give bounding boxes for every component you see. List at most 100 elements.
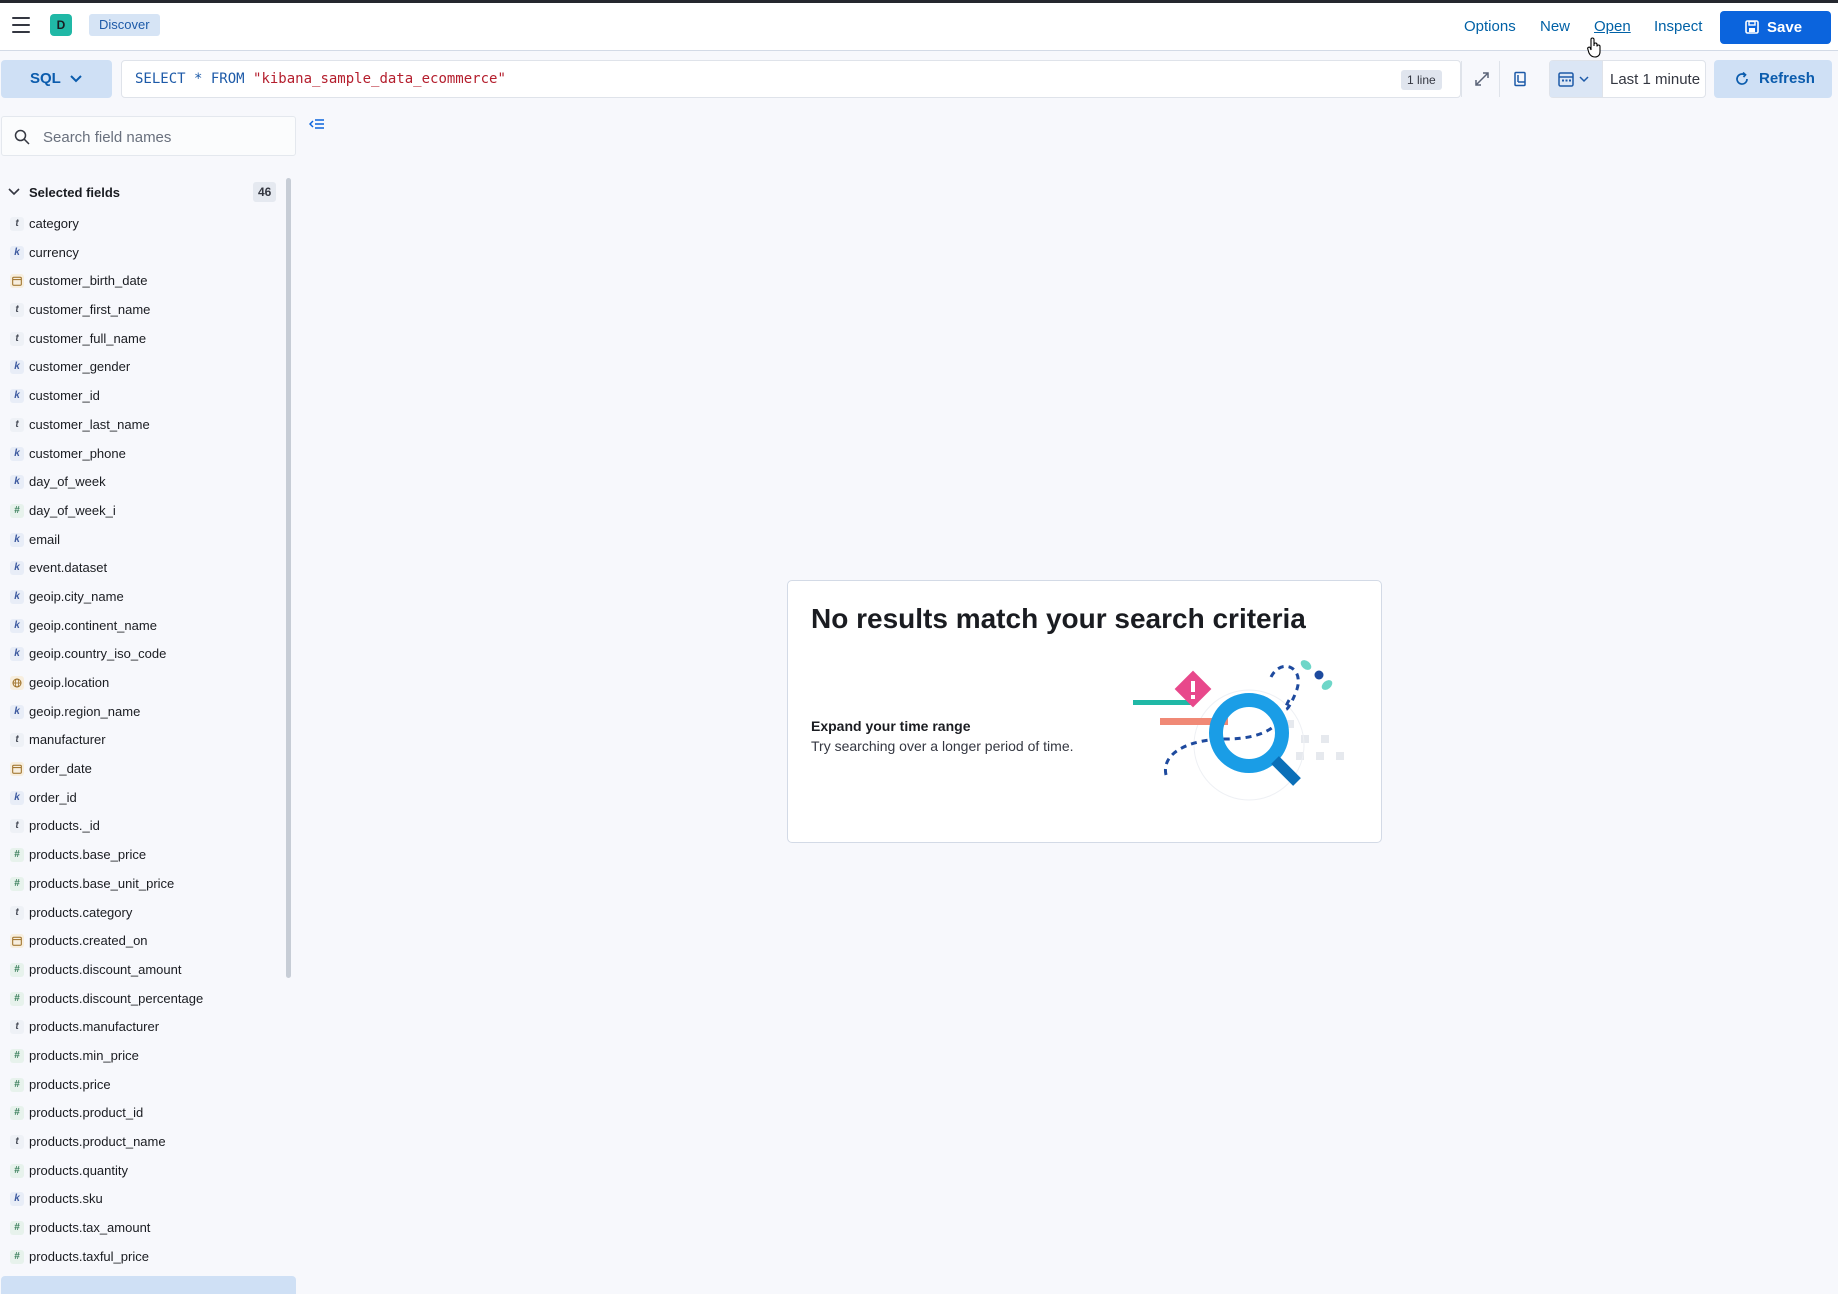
keyword-type-icon: k [10, 532, 24, 547]
date-type-icon [10, 934, 24, 949]
query-editor[interactable]: SELECT * FROM "kibana_sample_data_ecomme… [121, 60, 1526, 98]
field-name: order_id [29, 789, 77, 805]
field-name: currency [29, 244, 79, 260]
field-item[interactable]: # products.quantity [0, 1157, 285, 1186]
field-name: event.dataset [29, 560, 108, 576]
field-name: customer_id [29, 388, 100, 404]
number-type-icon: # [10, 962, 24, 977]
date-type-icon [10, 762, 24, 777]
field-item[interactable]: geoip.location [0, 669, 285, 698]
save-button-label: Save [1767, 19, 1803, 36]
field-item[interactable]: products.created_on [0, 927, 285, 956]
field-item[interactable]: k currency [0, 239, 285, 268]
selected-fields-header[interactable]: Selected fields 46 [0, 178, 285, 206]
field-item[interactable]: t products.category [0, 899, 285, 928]
selected-fields-title: Selected fields [29, 185, 121, 200]
field-name: day_of_week_i [29, 502, 116, 518]
inspect-link[interactable]: Inspect [1654, 18, 1702, 35]
field-item[interactable]: t products.product_name [0, 1128, 285, 1157]
field-item[interactable]: # products.discount_percentage [0, 985, 285, 1014]
field-item[interactable]: # products.min_price [0, 1042, 285, 1071]
field-item[interactable]: # products.product_id [0, 1099, 285, 1128]
save-button[interactable]: Save [1720, 11, 1831, 44]
quick-select-button[interactable] [1550, 61, 1603, 97]
field-item[interactable]: # products.tax_amount [0, 1214, 285, 1243]
breadcrumb-discover[interactable]: Discover [89, 14, 160, 36]
field-item[interactable]: # products.taxful_price [0, 1243, 285, 1272]
calendar-icon [1558, 72, 1589, 87]
field-item[interactable]: t products._id [0, 812, 285, 841]
text-type-icon: t [10, 217, 24, 231]
field-name: category [29, 216, 79, 231]
scrollbar-thumb[interactable] [286, 178, 291, 978]
field-item[interactable]: t manufacturer [0, 726, 285, 755]
collapse-sidebar-icon[interactable] [309, 118, 325, 132]
field-item[interactable]: k customer_phone [0, 440, 285, 469]
number-type-icon: # [10, 1221, 24, 1236]
keyword-type-icon: k [10, 389, 24, 404]
field-name: geoip.country_iso_code [29, 646, 167, 662]
number-type-icon: # [10, 848, 24, 863]
field-name: customer_gender [29, 359, 131, 375]
keyword-type-icon: k [10, 245, 24, 260]
text-type-icon: t [10, 1135, 24, 1149]
line-count-badge: 1 line [1401, 70, 1442, 90]
query-text[interactable]: SELECT * FROM "kibana_sample_data_ecomme… [135, 71, 506, 87]
field-item[interactable]: # products.base_unit_price [0, 870, 285, 899]
field-name: products.min_price [29, 1047, 139, 1063]
time-range-text[interactable]: Last 1 minute [1610, 71, 1700, 88]
field-item[interactable]: customer_birth_date [0, 267, 285, 296]
keyword-type-icon: k [10, 561, 24, 576]
query-prefix: SELECT * FROM [135, 71, 254, 87]
number-type-icon: # [10, 876, 24, 891]
search-field-input[interactable] [41, 125, 285, 149]
field-name: day_of_week [29, 474, 106, 490]
visualize-button-partial[interactable] [1, 1276, 296, 1294]
refresh-icon [1736, 72, 1748, 85]
menu-icon[interactable] [12, 17, 30, 33]
field-name: products.product_name [29, 1134, 166, 1149]
field-name: products.product_id [29, 1105, 144, 1121]
refresh-button[interactable]: Refresh [1714, 60, 1832, 98]
field-item[interactable]: k products.sku [0, 1185, 285, 1214]
field-item[interactable]: k geoip.country_iso_code [0, 640, 285, 669]
date-picker: Last 1 minute [1549, 60, 1706, 98]
keyword-type-icon: k [10, 1192, 24, 1207]
keyword-type-icon: k [10, 446, 24, 461]
field-item[interactable]: k geoip.region_name [0, 698, 285, 727]
field-item[interactable]: order_date [0, 755, 285, 784]
field-name: order_date [29, 761, 92, 777]
language-select-button[interactable]: SQL [1, 60, 112, 98]
options-link[interactable]: Options [1464, 18, 1516, 35]
field-item[interactable]: t category [0, 210, 285, 239]
open-link[interactable]: Open [1594, 18, 1631, 35]
field-item[interactable]: # products.price [0, 1071, 285, 1100]
field-item[interactable]: t customer_first_name [0, 296, 285, 325]
field-name: products.manufacturer [29, 1019, 160, 1035]
field-name: customer_phone [29, 445, 126, 461]
field-name: products.category [29, 904, 133, 920]
space-avatar[interactable]: D [50, 14, 72, 36]
new-link[interactable]: New [1540, 18, 1570, 35]
field-item[interactable]: k event.dataset [0, 554, 285, 583]
sidebar-scrollbar[interactable] [286, 178, 291, 978]
field-item[interactable]: t customer_full_name [0, 325, 285, 354]
field-item[interactable]: k geoip.continent_name [0, 612, 285, 641]
field-item[interactable]: k order_id [0, 784, 285, 813]
field-item[interactable]: # day_of_week_i [0, 497, 285, 526]
field-item[interactable]: k customer_id [0, 382, 285, 411]
field-item[interactable]: # products.base_price [0, 841, 285, 870]
documentation-button[interactable] [1499, 61, 1538, 97]
field-item[interactable]: t products.manufacturer [0, 1013, 285, 1042]
field-name: geoip.city_name [29, 588, 124, 604]
field-item[interactable]: k geoip.city_name [0, 583, 285, 612]
text-type-icon: t [10, 819, 24, 834]
field-name: products._id [29, 818, 100, 834]
field-item[interactable]: k day_of_week [0, 468, 285, 497]
field-item[interactable]: k customer_gender [0, 353, 285, 382]
expand-editor-button[interactable] [1461, 61, 1500, 97]
field-item[interactable]: # products.discount_amount [0, 956, 285, 985]
field-item[interactable]: t customer_last_name [0, 411, 285, 440]
field-item[interactable]: k email [0, 526, 285, 555]
keyword-type-icon: k [10, 589, 24, 604]
